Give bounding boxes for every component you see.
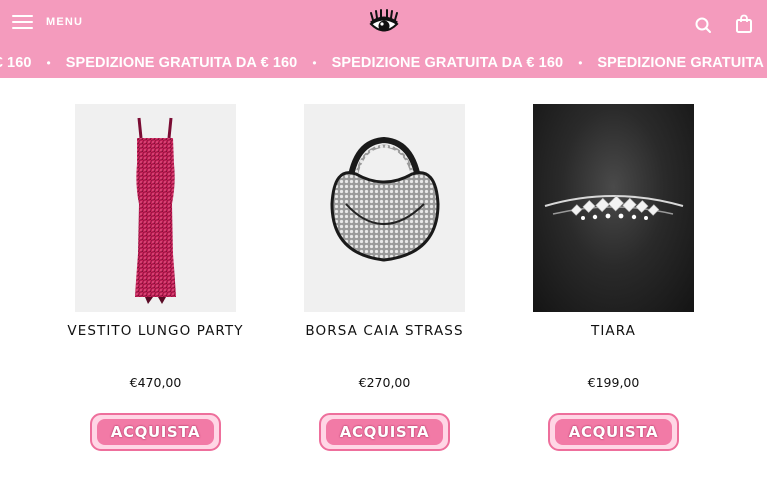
product-card: BORSA CAIA STRASS €270,00 ACQUISTA xyxy=(304,104,465,451)
menu-button[interactable]: MENU xyxy=(12,14,83,30)
buy-button-label: ACQUISTA xyxy=(326,419,443,445)
product-image-dress[interactable] xyxy=(75,104,236,312)
bag-illustration xyxy=(330,136,440,262)
buy-button-label: ACQUISTA xyxy=(97,419,214,445)
product-price: €199,00 xyxy=(587,375,640,390)
site-header: MENU xyxy=(0,0,767,48)
banner-separator: • xyxy=(46,56,51,70)
product-price: €270,00 xyxy=(358,375,411,390)
buy-button-label: ACQUISTA xyxy=(555,419,672,445)
banner-track: DA € 160 • SPEDIZIONE GRATUITA DA € 160 … xyxy=(0,48,767,78)
banner-separator: • xyxy=(312,56,317,70)
shipping-banner: DA € 160 • SPEDIZIONE GRATUITA DA € 160 … xyxy=(0,48,767,78)
search-icon[interactable] xyxy=(694,16,712,34)
eye-logo[interactable] xyxy=(367,9,401,39)
hamburger-icon xyxy=(12,14,33,30)
buy-button[interactable]: ACQUISTA xyxy=(90,413,221,451)
dress-illustration xyxy=(135,117,176,304)
product-name[interactable]: TIARA xyxy=(503,323,724,339)
product-name[interactable]: BORSA CAIA STRASS xyxy=(274,323,495,339)
buy-button[interactable]: ACQUISTA xyxy=(319,413,450,451)
banner-text: SPEDIZIONE GRATUITA DA € 160 xyxy=(597,55,767,71)
tiara-illustration xyxy=(544,195,684,220)
product-card: VESTITO LUNGO PARTY €470,00 ACQUISTA xyxy=(67,104,243,451)
product-image-bag[interactable] xyxy=(304,104,465,312)
menu-label: MENU xyxy=(46,16,84,28)
product-name[interactable]: VESTITO LUNGO PARTY xyxy=(45,323,266,339)
banner-text: SPEDIZIONE GRATUITA DA € 160 xyxy=(331,55,564,71)
product-image-tiara[interactable] xyxy=(533,104,694,312)
product-card: TIARA €199,00 ACQUISTA xyxy=(533,104,694,451)
banner-separator: • xyxy=(578,56,583,70)
shopping-bag-icon[interactable] xyxy=(735,14,753,34)
banner-text: DA € 160 xyxy=(0,55,32,71)
product-price: €470,00 xyxy=(129,375,182,390)
buy-button[interactable]: ACQUISTA xyxy=(548,413,679,451)
banner-text: SPEDIZIONE GRATUITA DA € 160 xyxy=(65,55,298,71)
